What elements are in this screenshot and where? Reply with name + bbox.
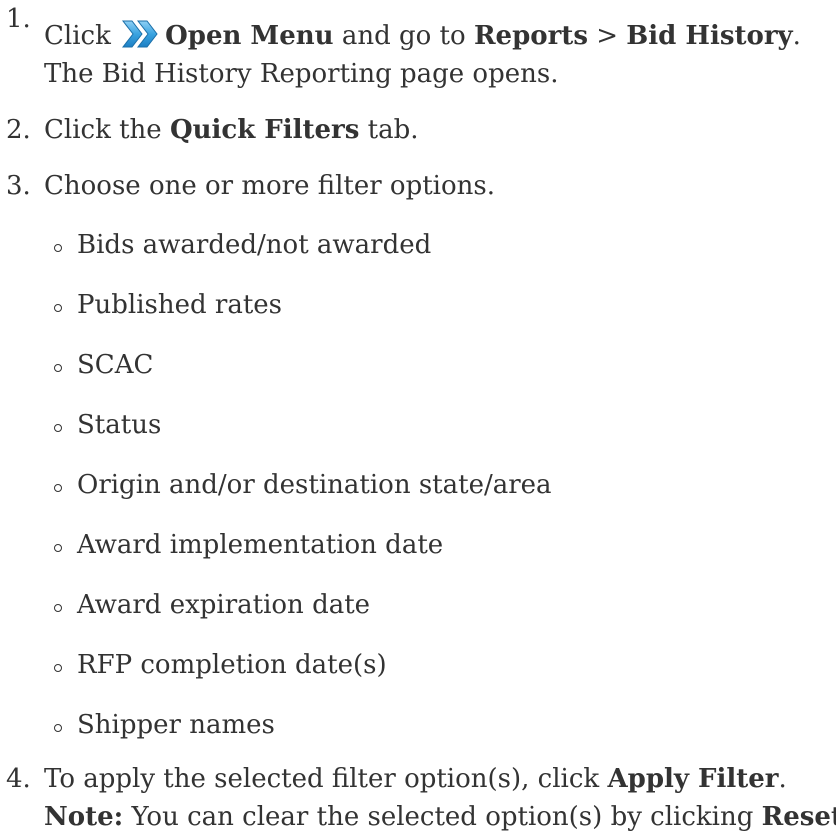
step-number: 4. (6, 764, 31, 794)
bullet-icon (54, 424, 62, 432)
step-4: 4. To apply the selected filter option(s… (0, 760, 836, 836)
step-4-note: Note: You can clear the selected option(… (44, 798, 836, 836)
step-number: 1. (6, 4, 31, 34)
list-item: Shipper names (0, 706, 836, 744)
step-2: 2. Click the Quick Filters tab. (0, 111, 836, 149)
step-3: 3. Choose one or more filter options. Bi… (0, 167, 836, 744)
list-item: Status (0, 406, 836, 444)
step-1-line-2: The Bid History Reporting page opens. (44, 59, 559, 89)
bullet-icon (54, 544, 62, 552)
bullet-icon (54, 304, 62, 312)
step-2-line-1: Click the Quick Filters tab. (44, 115, 419, 145)
bullet-icon (54, 484, 62, 492)
bullet-icon (54, 724, 62, 732)
step-number: 2. (6, 115, 31, 145)
list-item: Award expiration date (0, 586, 836, 624)
step-1: 1. Click Open Menu and go to Reports > B… (0, 0, 836, 93)
bullet-icon (54, 244, 62, 252)
list-item: SCAC (0, 346, 836, 384)
reports-label: Reports (473, 21, 588, 51)
reset-label: Reset (761, 802, 836, 832)
list-item: Bids awarded/not awarded (0, 226, 836, 264)
quick-filters-label: Quick Filters (169, 115, 360, 145)
list-item: Published rates (0, 286, 836, 324)
bullet-icon (54, 364, 62, 372)
instruction-steps: 1. Click Open Menu and go to Reports > B… (0, 0, 836, 836)
note-label: Note: (44, 802, 124, 832)
open-menu-label: Open Menu (165, 21, 334, 51)
list-item: RFP completion date(s) (0, 646, 836, 684)
bullet-icon (54, 664, 62, 672)
bid-history-label: Bid History (626, 21, 793, 51)
step-3-line-1: Choose one or more filter options. (44, 171, 495, 201)
step-number: 3. (6, 171, 31, 201)
step-4-line-1: To apply the selected filter option(s), … (44, 764, 787, 794)
list-item: Origin and/or destination state/area (0, 466, 836, 504)
filter-options-list: Bids awarded/not awarded Published rates… (0, 226, 836, 744)
list-item: Award implementation date (0, 526, 836, 564)
double-chevron-right-icon (122, 20, 158, 48)
step-1-line-1: Click Open Menu and go to Reports > Bid … (44, 17, 836, 55)
bullet-icon (54, 604, 62, 612)
apply-filter-label: Apply Filter (607, 764, 779, 794)
